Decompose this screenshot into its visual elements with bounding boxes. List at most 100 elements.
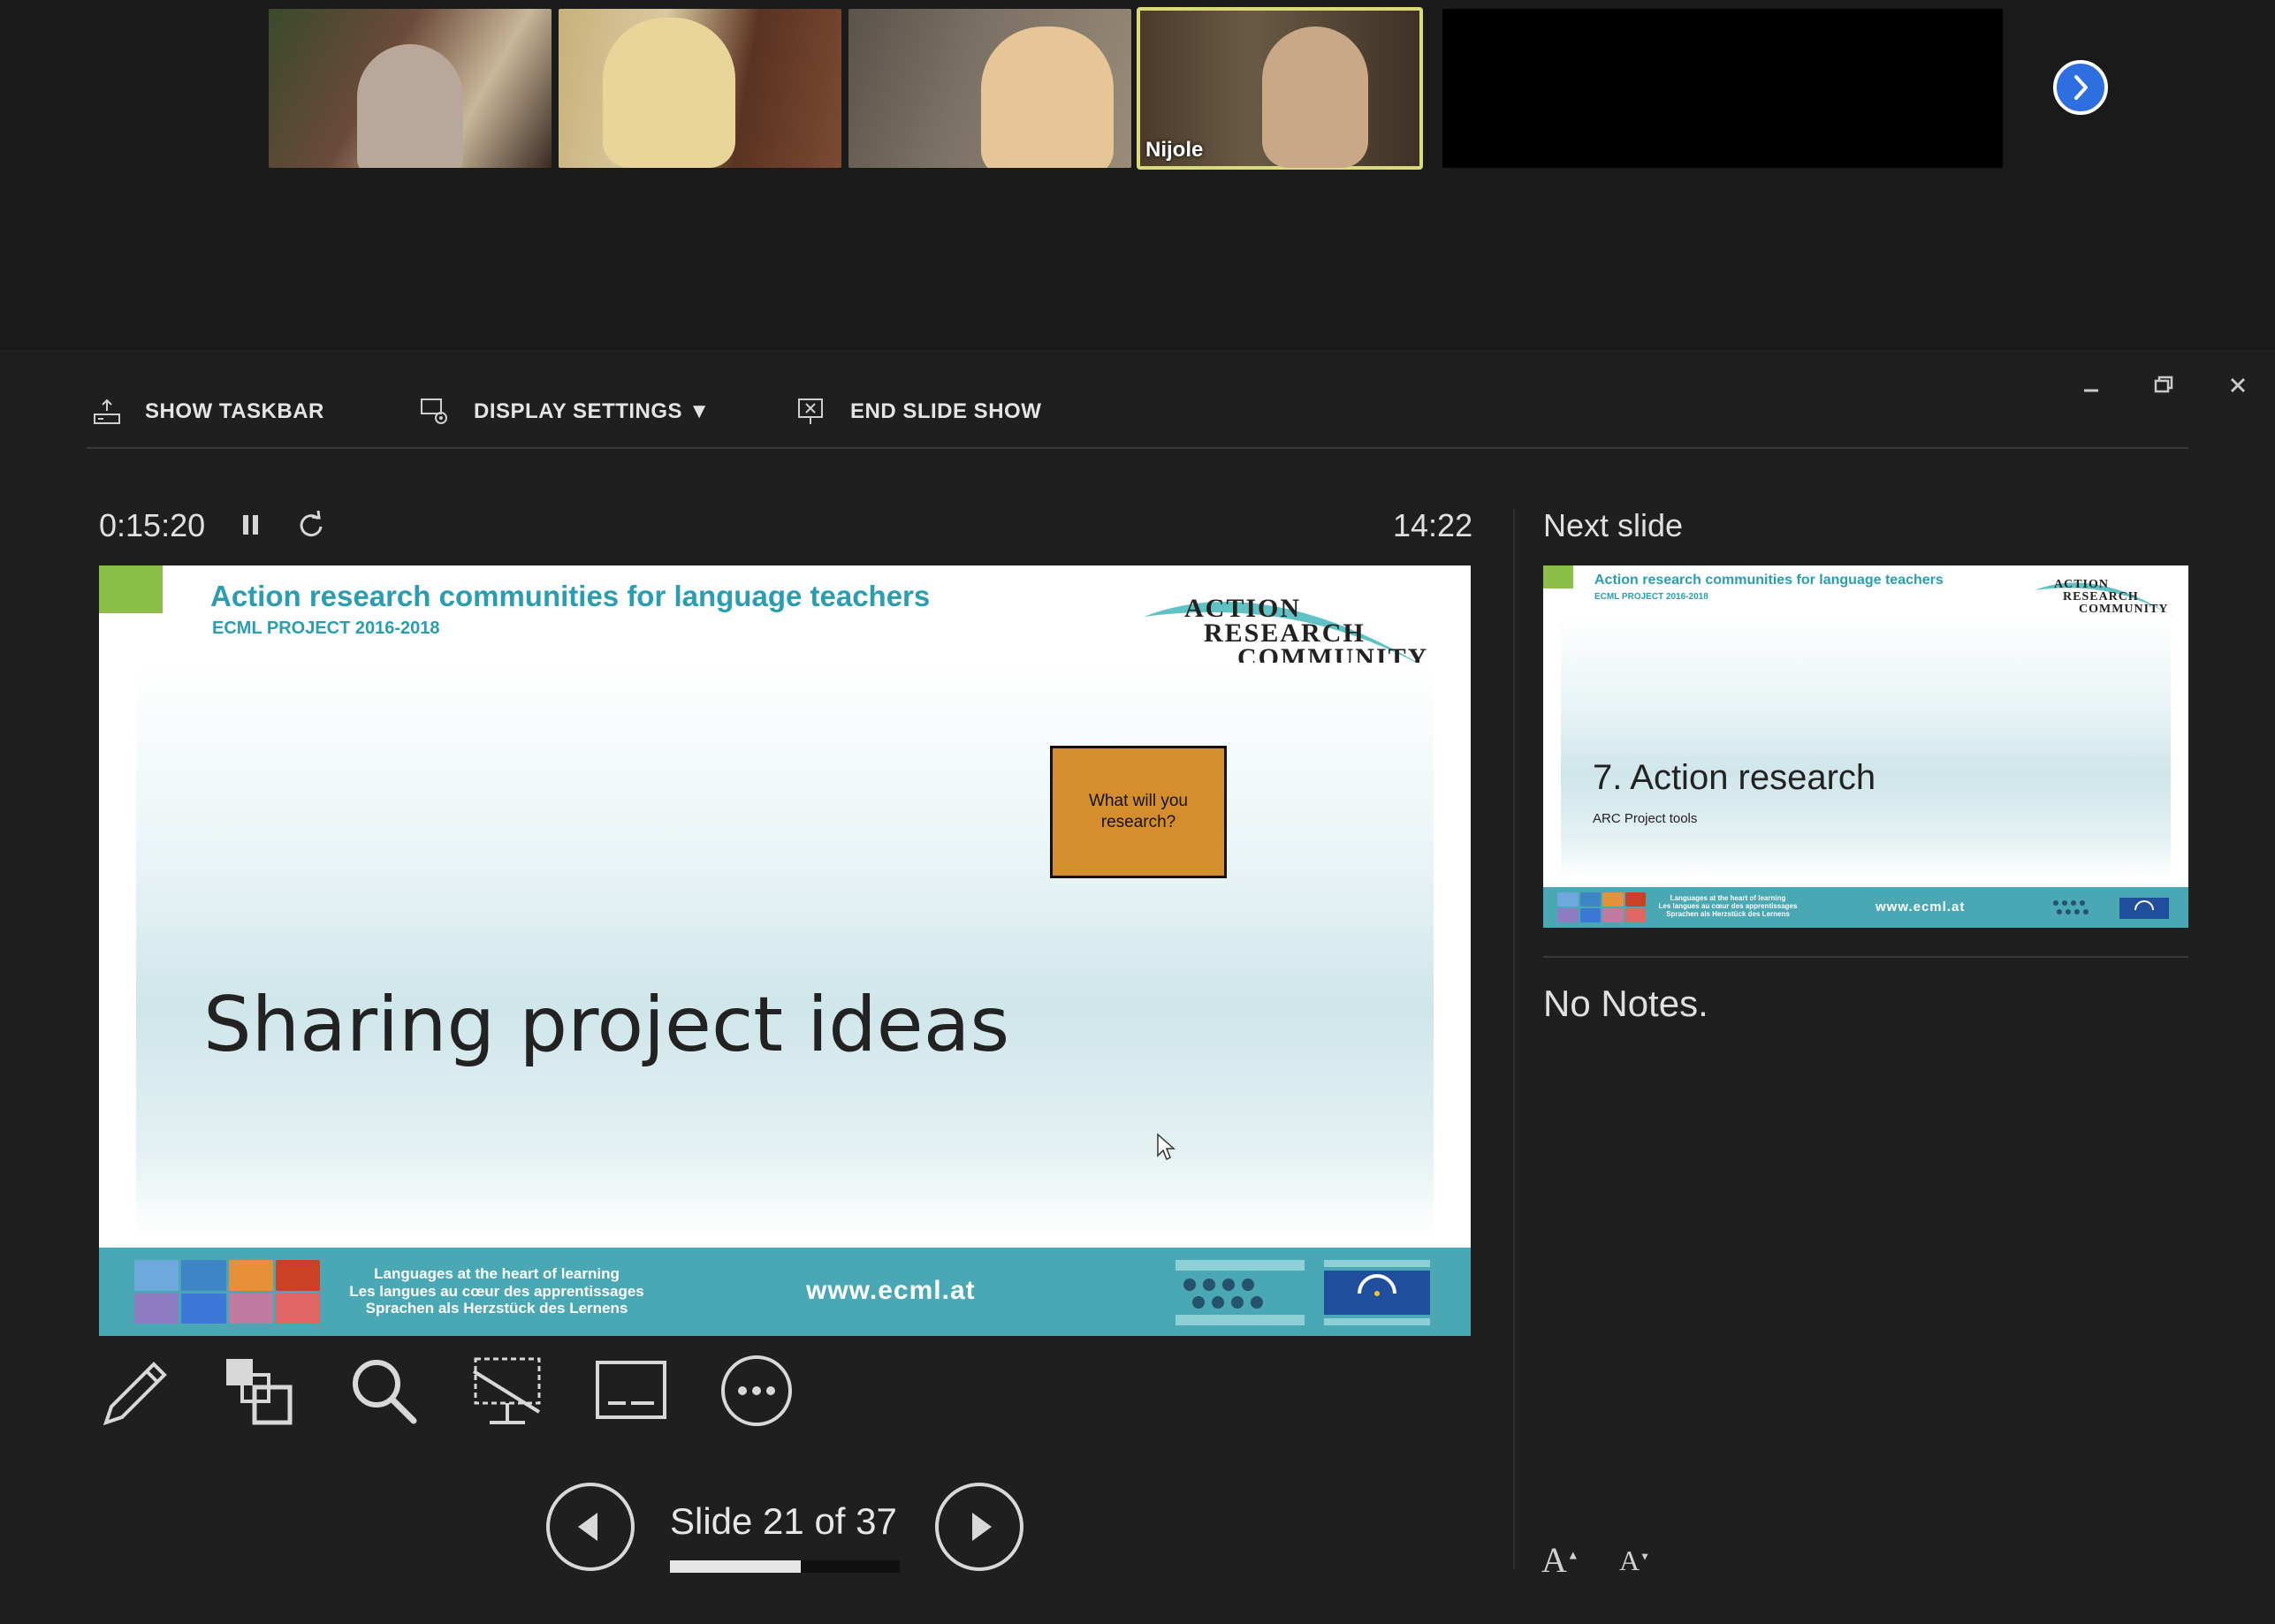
footer-line-de: Sprachen als Herzstück des Lernens	[365, 1300, 628, 1317]
next-slide-coe-mark	[2119, 898, 2169, 919]
participant-figure	[603, 18, 735, 168]
next-slide-footer-tagline: Languages at the heart of learning Les l…	[1653, 894, 1803, 919]
restart-icon	[300, 510, 323, 537]
close-window-button[interactable]	[2220, 368, 2256, 403]
slide-footer-url: www.ecml.at	[806, 1276, 976, 1305]
participant-video-5[interactable]	[1442, 9, 1725, 168]
participant-figure	[981, 27, 1114, 168]
slide-progress-bar	[670, 1560, 900, 1573]
minimize-icon	[2084, 389, 2098, 392]
show-taskbar-label: SHOW TASKBAR	[145, 399, 324, 423]
see-all-slides-icon	[226, 1359, 293, 1425]
subtitles-button[interactable]	[594, 1354, 668, 1428]
pen-icon	[103, 1362, 167, 1426]
next-slide-subtitle: ARC Project tools	[1593, 811, 1698, 826]
next-slide-footer: Languages at the heart of learning Les l…	[1543, 887, 2188, 928]
black-screen-icon	[472, 1357, 541, 1424]
elapsed-timer: 0:15:20	[99, 507, 206, 543]
close-icon	[2230, 377, 2246, 393]
next-slide-coe-logo	[2118, 892, 2171, 922]
current-slide[interactable]: Action research communities for language…	[99, 565, 1471, 1336]
council-of-europe-mark	[1324, 1260, 1430, 1325]
next-slide-accent-block	[1543, 565, 1573, 588]
slide-header-title: Action research communities for language…	[210, 580, 931, 612]
zoom-button[interactable]	[346, 1354, 421, 1428]
slide-accent-block	[99, 565, 163, 613]
participant-video-3[interactable]	[848, 9, 1131, 168]
restart-timer-button[interactable]	[293, 507, 329, 543]
notes-divider	[1543, 956, 2188, 958]
next-slide-footer-url: www.ecml.at	[1876, 899, 1966, 914]
participant-name: Nijole	[1145, 138, 1204, 162]
black-screen-button[interactable]	[470, 1354, 544, 1428]
toolbar-divider	[87, 447, 2188, 449]
next-slide-button[interactable]	[935, 1483, 1023, 1571]
participant-figure	[1262, 27, 1368, 168]
next-slide-icon	[972, 1513, 992, 1541]
restore-icon	[2154, 376, 2173, 393]
pause-timer-button[interactable]	[233, 507, 269, 543]
slide-footer-tagline: Languages at the heart of learning Les l…	[338, 1265, 656, 1317]
question-box-text: What will you research?	[1089, 792, 1188, 831]
decrease-font-button[interactable]: A▼	[1619, 1544, 1650, 1577]
zoom-icon	[353, 1360, 417, 1424]
ecml-logo-mark	[1176, 1260, 1305, 1325]
panel-divider	[1513, 509, 1515, 1569]
restore-button[interactable]	[2146, 368, 2181, 403]
increase-font-button[interactable]: A▲	[1541, 1539, 1579, 1581]
question-box: What will you research?	[1050, 746, 1227, 878]
next-slide-ecml-mark	[2053, 900, 2089, 914]
chevron-right-icon	[2074, 75, 2088, 100]
slide-footer: Languages at the heart of learning Les l…	[99, 1248, 1471, 1336]
footer-line-fr: Les langues au cœur des apprentissages	[349, 1282, 644, 1300]
participant-figure	[357, 44, 463, 168]
end-slideshow-icon	[798, 398, 823, 424]
pen-tool-button[interactable]	[99, 1354, 173, 1428]
display-settings-icon	[421, 398, 447, 424]
next-slide-title: 7. Action research	[1593, 758, 1876, 797]
slide-header-subtitle: ECML PROJECT 2016-2018	[212, 618, 440, 638]
ecml-logo	[1174, 1258, 1306, 1327]
next-slide-ecml-logo	[2049, 892, 2109, 922]
previous-slide-button[interactable]	[546, 1483, 635, 1571]
next-slide-body-background	[1561, 613, 2171, 878]
presenter-view: SHOW TASKBAR DISPLAY SETTINGS ▼ END SLID…	[0, 350, 2275, 1624]
next-slide-header-title: Action research communities for language…	[1594, 573, 1944, 588]
slide-title: Sharing project ideas	[203, 981, 1010, 1069]
previous-slide-icon	[578, 1513, 597, 1541]
display-settings-button[interactable]: DISPLAY SETTINGS ▼	[419, 394, 710, 429]
participant-video-strip: Nijole	[0, 0, 2275, 350]
subtitles-icon	[596, 1361, 666, 1419]
footer-line-en: Languages at the heart of learning	[374, 1265, 620, 1282]
slide-body-background	[136, 663, 1434, 1237]
slide-counter: Slide 21 of 37	[670, 1500, 897, 1542]
more-options-icon	[721, 1355, 792, 1426]
more-options-button[interactable]	[719, 1354, 794, 1428]
participant-video-2[interactable]	[559, 9, 841, 168]
end-slide-show-label: END SLIDE SHOW	[850, 399, 1042, 423]
current-time: 14:22	[1393, 507, 1473, 543]
council-of-europe-logo	[1320, 1258, 1434, 1327]
participant-video-1[interactable]	[269, 9, 552, 168]
display-settings-label: DISPLAY SETTINGS ▼	[474, 399, 711, 423]
taskbar-icon	[94, 398, 120, 424]
pause-icon	[243, 515, 258, 535]
next-slide-header-subtitle: ECML PROJECT 2016-2018	[1594, 592, 1708, 602]
next-footer-line-fr: Les langues au cœur des apprentissages	[1658, 902, 1798, 911]
see-all-slides-button[interactable]	[221, 1354, 295, 1428]
speaker-notes: No Notes.	[1543, 983, 1708, 1024]
next-slide-icon-grid	[1557, 892, 1646, 922]
minimize-button[interactable]	[2073, 368, 2109, 403]
next-footer-line-en: Languages at the heart of learning	[1670, 894, 1786, 902]
next-footer-line-de: Sprachen als Herzstück des Lernens	[1666, 910, 1790, 919]
end-slide-show-button[interactable]: END SLIDE SHOW	[795, 394, 1041, 429]
decrease-font-icon: A	[1619, 1544, 1640, 1576]
show-taskbar-button[interactable]: SHOW TASKBAR	[92, 394, 324, 429]
next-slide-label: Next slide	[1543, 507, 1684, 543]
next-slide-preview[interactable]: Action research communities for language…	[1543, 565, 2188, 928]
next-participants-button[interactable]	[2053, 60, 2108, 115]
participant-video-4[interactable]: Nijole	[1137, 7, 1423, 170]
ecml-icon-grid	[134, 1260, 320, 1324]
participant-video-6[interactable]	[1720, 9, 2003, 168]
increase-font-icon: A	[1541, 1540, 1567, 1580]
